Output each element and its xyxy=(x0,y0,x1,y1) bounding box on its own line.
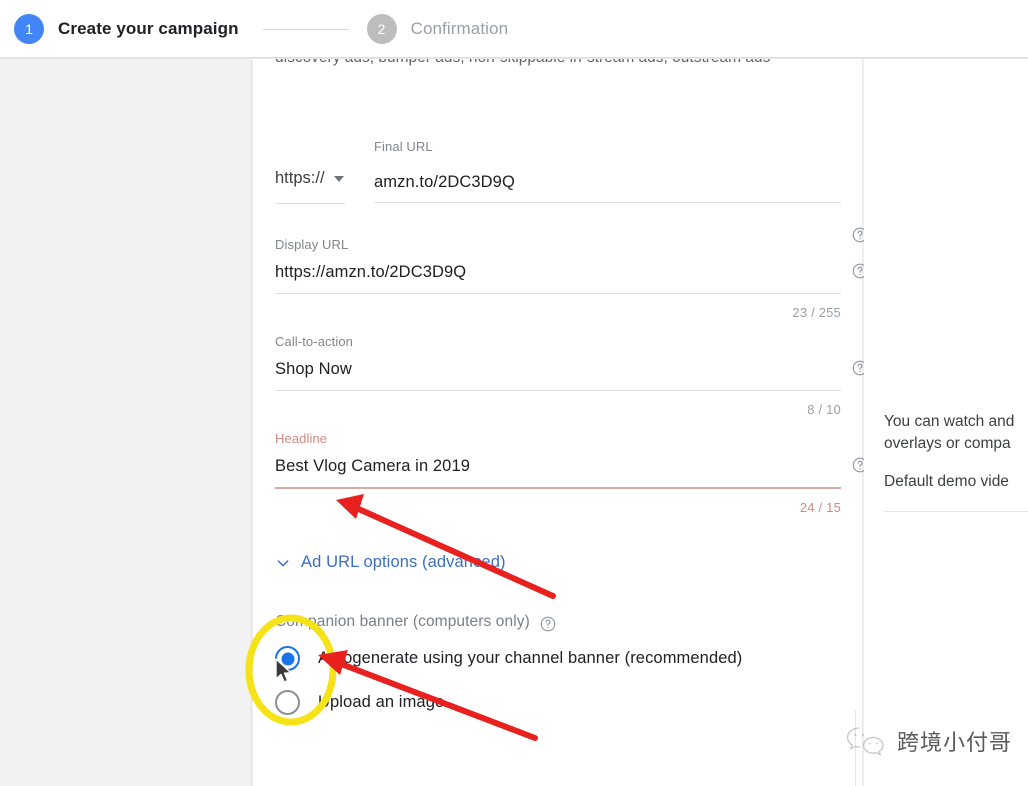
radio-autogenerate-label: Autogenerate using your channel banner (… xyxy=(318,649,743,667)
page-body: , g p g ------- discovery ads, bumper ad… xyxy=(0,59,1028,786)
call-to-action-counter: 8 / 10 xyxy=(807,402,841,417)
radio-upload-label: Upload an image xyxy=(318,693,445,711)
campaign-stepper: 1 Create your campaign 2 Confirmation xyxy=(0,0,1028,58)
final-url-input[interactable]: amzn.to/2DC3D9Q xyxy=(374,169,841,203)
header-divider xyxy=(0,57,1028,59)
display-url-value: https://amzn.to/2DC3D9Q xyxy=(275,263,467,281)
display-url-underline xyxy=(275,293,841,294)
protocol-underline xyxy=(275,203,345,204)
step-confirmation[interactable]: 2 Confirmation xyxy=(366,14,509,44)
protocol-select[interactable]: https:// xyxy=(275,169,344,188)
chevron-down-icon xyxy=(275,555,291,571)
side-panel-paragraph-2: Default demo vide xyxy=(884,473,1009,490)
step-2-label: Confirmation xyxy=(410,19,509,38)
stepper-connector xyxy=(262,28,349,30)
final-url-value: amzn.to/2DC3D9Q xyxy=(374,173,515,191)
call-to-action-underline xyxy=(275,390,841,391)
final-url-field: Final URL xyxy=(275,139,841,155)
ad-url-options-label: Ad URL options (advanced) xyxy=(301,553,506,571)
headline-underline xyxy=(275,487,841,489)
preview-side-panel: You can watch and overlays or compa Defa… xyxy=(855,59,1028,786)
ad-formats-value: discovery ads, bumper ads, non-skippable… xyxy=(275,59,771,67)
mouse-cursor xyxy=(275,658,292,683)
wechat-icon xyxy=(846,727,884,756)
display-url-label: Display URL xyxy=(275,237,349,252)
step-1-label: Create your campaign xyxy=(58,19,239,38)
final-url-underline xyxy=(374,202,841,203)
protocol-underline-wrap xyxy=(275,203,345,204)
left-gutter xyxy=(0,59,252,786)
screen-root: 1 Create your campaign 2 Confirmation , … xyxy=(0,0,1028,786)
headline-counter: 24 / 15 xyxy=(799,500,841,515)
radio-autogenerate-banner[interactable]: Autogenerate using your channel banner (… xyxy=(275,646,742,671)
watermark-text: 跨境小付哥 xyxy=(896,731,1012,756)
call-to-action-label: Call-to-action xyxy=(275,334,353,349)
final-url-label: Final URL xyxy=(374,139,433,154)
chevron-down-icon xyxy=(333,175,344,182)
call-to-action-value: Shop Now xyxy=(275,360,352,378)
channel-watermark: 跨境小付哥 xyxy=(845,724,1012,758)
side-panel-paragraph-line2: overlays or compa xyxy=(884,435,1011,452)
companion-banner-label: Companion banner (computers only) xyxy=(275,613,530,630)
companion-banner-group-label: Companion banner (computers only) xyxy=(275,613,557,633)
display-url-counter: 23 / 255 xyxy=(792,305,841,320)
protocol-value: https:// xyxy=(275,169,325,187)
call-to-action-field[interactable]: Call-to-action Shop Now 8 / 10 xyxy=(275,334,841,417)
side-panel-paragraph-line1: You can watch and xyxy=(884,413,1015,430)
display-url-field[interactable]: Display URL https://amzn.to/2DC3D9Q 23 /… xyxy=(275,237,841,320)
side-panel-divider xyxy=(884,511,1028,512)
ad-url-options-toggle[interactable]: Ad URL options (advanced) xyxy=(275,553,506,572)
radio-button-unselected-icon[interactable] xyxy=(275,690,300,715)
headline-value: Best Vlog Camera in 2019 xyxy=(275,457,471,475)
step-1-badge: 1 xyxy=(14,14,44,44)
step-2-badge: 2 xyxy=(366,14,397,44)
headline-field[interactable]: Headline Best Vlog Camera in 2019 24 / 1… xyxy=(275,431,841,515)
step-create-campaign[interactable]: 1 Create your campaign xyxy=(14,14,239,44)
headline-label: Headline xyxy=(275,431,328,446)
companion-banner-help-icon[interactable] xyxy=(539,615,557,633)
ad-form-card: , g p g ------- discovery ads, bumper ad… xyxy=(253,59,868,786)
radio-upload-image[interactable]: Upload an image xyxy=(275,690,444,715)
ad-formats-text: discovery ads, bumper ads, non-skippable… xyxy=(275,59,855,67)
